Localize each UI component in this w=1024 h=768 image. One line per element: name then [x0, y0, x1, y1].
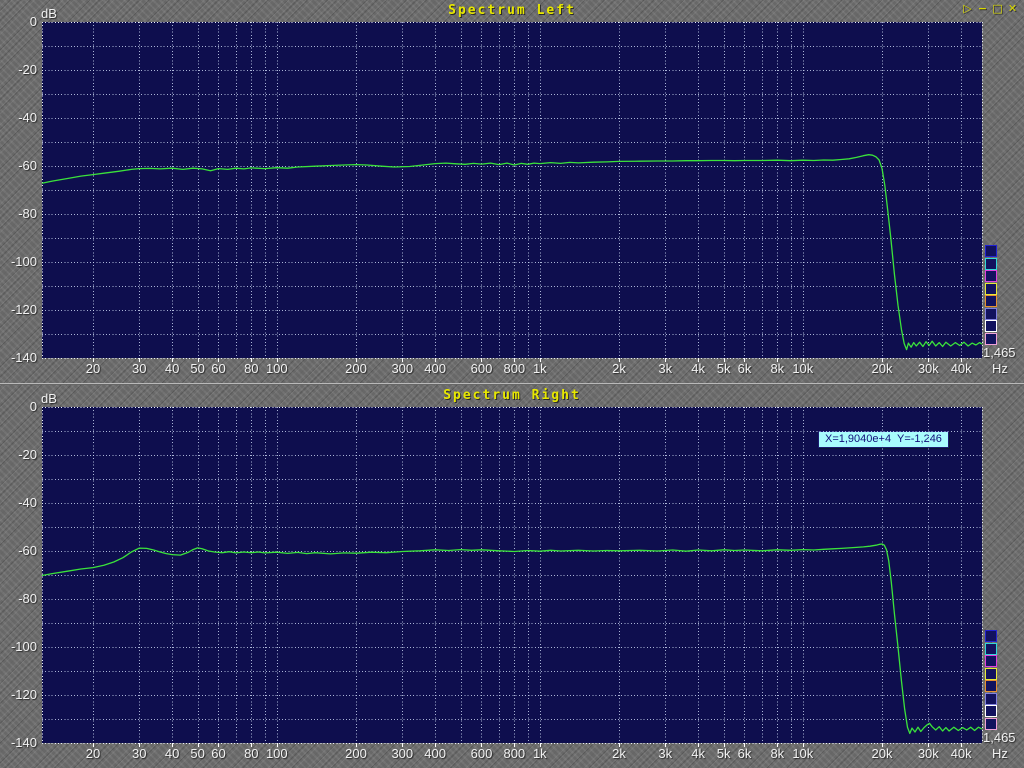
y-tick-label: -80 [0, 206, 37, 221]
y-tick-label: -120 [0, 302, 37, 317]
y-tick-label: -40 [0, 495, 37, 510]
y-tick-label: 0 [0, 399, 37, 414]
spectrum-plot-svg [0, 385, 1024, 768]
x-tick-label: 2k [596, 361, 642, 376]
spectrum-right-trace [42, 544, 982, 733]
x-tick-label: 1k [517, 361, 563, 376]
spectrum-left-trace [42, 155, 982, 350]
x-tick-label: 200 [333, 746, 379, 761]
x-tick-label: 40k [938, 361, 984, 376]
x-tick-label: 200 [333, 361, 379, 376]
x-tick-label: 10k [780, 361, 826, 376]
y-tick-label: 0 [0, 14, 37, 29]
x-tick-label: 20k [859, 746, 905, 761]
x-tick-label: 20 [70, 746, 116, 761]
x-tick-label: 400 [412, 746, 458, 761]
y-tick-label: -140 [0, 735, 37, 750]
x-tick-label: 40k [938, 746, 984, 761]
spectrum-left-panel: Spectrum Left ▷ − □ ✕ dB Hz 1,465 0-20-4… [0, 0, 1024, 383]
y-tick-label: -140 [0, 350, 37, 365]
y-tick-label: -100 [0, 639, 37, 654]
spectrum-right-panel: Spectrum Right dB X=1,9040e+4 Y=-1,246 H… [0, 385, 1024, 768]
y-tick-label: -20 [0, 447, 37, 462]
x-tick-label: 10k [780, 746, 826, 761]
y-tick-label: -80 [0, 591, 37, 606]
y-tick-label: -60 [0, 543, 37, 558]
y-tick-label: -40 [0, 110, 37, 125]
x-tick-label: 20k [859, 361, 905, 376]
x-tick-label: 400 [412, 361, 458, 376]
y-tick-label: -120 [0, 687, 37, 702]
x-tick-label: 1k [517, 746, 563, 761]
y-tick-label: -60 [0, 158, 37, 173]
spectrum-plot-svg [0, 0, 1024, 383]
y-tick-label: -100 [0, 254, 37, 269]
x-tick-label: 100 [254, 746, 300, 761]
x-tick-label: 20 [70, 361, 116, 376]
y-tick-label: -20 [0, 62, 37, 77]
x-tick-label: 2k [596, 746, 642, 761]
x-tick-label: 100 [254, 361, 300, 376]
